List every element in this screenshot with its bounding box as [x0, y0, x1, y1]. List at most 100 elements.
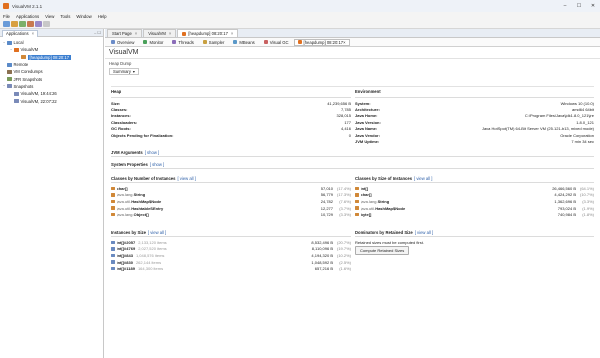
table-row[interactable]: int[] 26,466,560 B (64.1%): [355, 185, 594, 192]
class-name[interactable]: java.lang.String: [117, 192, 284, 197]
system-properties-show-link[interactable]: [ show ]: [150, 162, 164, 167]
close-icon[interactable]: ×: [231, 31, 233, 36]
tree-node[interactable]: VM Coredumps: [0, 68, 103, 75]
table-row[interactable]: int[]#2057 2,133,120 items 8,532,496 B (20.…: [111, 239, 351, 246]
percent-cell: (17.3%): [336, 192, 351, 198]
tree-node[interactable]: − VisualVM: [0, 46, 103, 53]
property-name: Java Name:: [355, 126, 378, 132]
menu-tools[interactable]: Tools: [60, 14, 70, 19]
tree-node[interactable]: Remote: [0, 61, 103, 68]
class-name[interactable]: int[]#830 262,144 items: [117, 260, 284, 265]
view-tab[interactable]: Sampler: [199, 39, 229, 46]
tree-node-label: VM Coredumps: [13, 69, 43, 75]
tree-node[interactable]: JFR Snapshots: [0, 75, 103, 82]
collapse-icon[interactable]: −: [9, 48, 13, 52]
add-coredump-icon[interactable]: [27, 21, 34, 27]
tree-node[interactable]: [heapdump] 08:20:17: [0, 54, 103, 61]
table-row[interactable]: int[]#830 262,144 items 1,048,592 B (2.5%): [111, 259, 351, 266]
settings-icon[interactable]: [43, 21, 50, 27]
view-tab-icon: [297, 40, 302, 44]
open-icon[interactable]: [3, 21, 10, 27]
table-row[interactable]: int[]#4769 2,027,520 items 8,110,096 B (19.…: [111, 246, 351, 253]
close-icon[interactable]: ×: [135, 31, 137, 36]
close-icon[interactable]: ×: [343, 40, 345, 45]
view-tab[interactable]: Threads: [168, 39, 197, 46]
heapdump-icon: [21, 55, 26, 60]
document-tab[interactable]: VisualVM ×: [143, 29, 177, 37]
value-cell: 657,216 B: [314, 266, 333, 272]
table-row[interactable]: byte[] 740,984 B (1.8%): [355, 211, 594, 218]
close-icon[interactable]: ×: [32, 31, 34, 36]
table-row[interactable]: java.lang.String 1,362,696 B (3.3%): [355, 198, 594, 205]
classes-by-instances-view-all[interactable]: [ view all ]: [177, 176, 195, 181]
tree-node[interactable]: − Snapshots: [0, 83, 103, 90]
view-tab-label: Visual GC: [269, 39, 289, 45]
menu-window[interactable]: Window: [76, 14, 91, 19]
class-name[interactable]: java.util.HashMap$Node: [117, 199, 284, 204]
value-cell: 1,362,696 B: [554, 198, 576, 204]
collapse-icon[interactable]: −: [2, 84, 6, 88]
collapse-icon[interactable]: −: [2, 41, 6, 45]
document-tab[interactable]: Start Page ×: [107, 29, 143, 37]
classes-by-size-view-all[interactable]: [ view all ]: [414, 176, 432, 181]
add-remote-host-icon[interactable]: [19, 21, 26, 27]
tree-node[interactable]: VisualVM, 19:44:26: [0, 90, 103, 97]
menu-view[interactable]: View: [45, 14, 54, 19]
menu-file[interactable]: File: [3, 14, 10, 19]
minimize-button[interactable]: –: [558, 0, 572, 12]
view-tab[interactable]: Visual GC: [260, 39, 293, 46]
compute-retained-sizes-button[interactable]: Compute Retained Sizes: [355, 246, 410, 255]
class-name[interactable]: int[]#843 1,048,576 items: [117, 253, 284, 258]
tree-node[interactable]: VisualVM, 22:07:22: [0, 97, 103, 104]
table-row[interactable]: char[] 57,010 (17.4%): [111, 185, 351, 192]
class-simple-name: Object[]: [133, 212, 149, 218]
table-row[interactable]: int[]#1189 164,300 items 657,216 B (1.6%): [111, 265, 351, 272]
view-tab-label: Sampler: [208, 39, 225, 45]
table-row[interactable]: java.util.HashtableSEntry 12,277 (3.7%): [111, 205, 351, 212]
view-tabs: Overview Monitor Threads Sampler MBeans Visua…: [105, 38, 600, 47]
view-tab[interactable]: Overview: [107, 39, 138, 46]
table-row[interactable]: char[] 4,424,292 B (10.7%): [355, 192, 594, 199]
menu-help[interactable]: Help: [98, 14, 107, 19]
panel-window-controls[interactable]: – ☐: [94, 30, 101, 35]
class-name[interactable]: int[]#2057 2,133,120 items: [117, 240, 284, 245]
menu-applications[interactable]: Applications: [16, 14, 39, 19]
jvm-arguments-show-link[interactable]: [ show ]: [145, 150, 159, 155]
instances-by-size-view-all[interactable]: [ view all ]: [148, 230, 166, 235]
property-value: 7 min 34 sec: [571, 139, 594, 145]
view-tab[interactable]: [heapdump] 08:20:17 ×: [293, 38, 350, 46]
table-row[interactable]: int[]#843 1,048,576 items 4,194,320 B (10.2…: [111, 252, 351, 259]
document-tab[interactable]: [heapdump] 08:20:17 ×: [177, 29, 239, 37]
class-name[interactable]: java.lang.String: [361, 199, 527, 204]
dominators-section: Dominators by Retained Size [ view all ]…: [355, 229, 594, 255]
tree-node[interactable]: − Local: [0, 39, 103, 46]
class-name[interactable]: int[]#4769 2,027,520 items: [117, 246, 284, 251]
maximize-button[interactable]: ☐: [572, 0, 586, 12]
divider: [111, 86, 594, 87]
property-value: Oracle Corporation: [560, 132, 594, 138]
class-name[interactable]: java.util.HashMap$Node: [361, 206, 527, 211]
document-tab-label: [heapdump] 08:20:17: [188, 31, 228, 36]
summary-dropdown[interactable]: Summary ▾: [109, 68, 140, 75]
table-row[interactable]: java.lang.String 56,779 (17.3%): [111, 192, 351, 199]
add-jmx-icon[interactable]: [11, 21, 18, 27]
class-name[interactable]: java.util.HashtableSEntry: [117, 206, 284, 211]
table-row[interactable]: java.util.HashMap$Node 793,024 B (1.9%): [355, 205, 594, 212]
view-tab[interactable]: MBeans: [229, 39, 258, 46]
class-name[interactable]: int[]#1189 164,300 items: [117, 266, 284, 271]
load-snapshot-icon[interactable]: [35, 21, 42, 27]
table-row[interactable]: java.lang.Object[] 10,729 (3.3%): [111, 211, 351, 218]
class-name[interactable]: java.lang.Object[]: [117, 212, 284, 217]
tree-node-label: JFR Snapshots: [13, 76, 43, 82]
class-simple-name: int[]: [360, 185, 369, 191]
close-button[interactable]: ✕: [586, 0, 600, 12]
close-icon[interactable]: ×: [169, 31, 171, 36]
class-name[interactable]: char[]: [361, 192, 527, 197]
class-name[interactable]: byte[]: [361, 212, 527, 217]
table-row[interactable]: java.util.HashMap$Node 24,782 (7.6%): [111, 198, 351, 205]
tab-applications[interactable]: Applications ×: [2, 29, 39, 37]
class-name[interactable]: int[]: [361, 186, 527, 191]
class-name[interactable]: char[]: [117, 186, 284, 191]
dominators-view-all[interactable]: [ view all ]: [415, 230, 433, 235]
view-tab[interactable]: Monitor: [139, 39, 167, 46]
